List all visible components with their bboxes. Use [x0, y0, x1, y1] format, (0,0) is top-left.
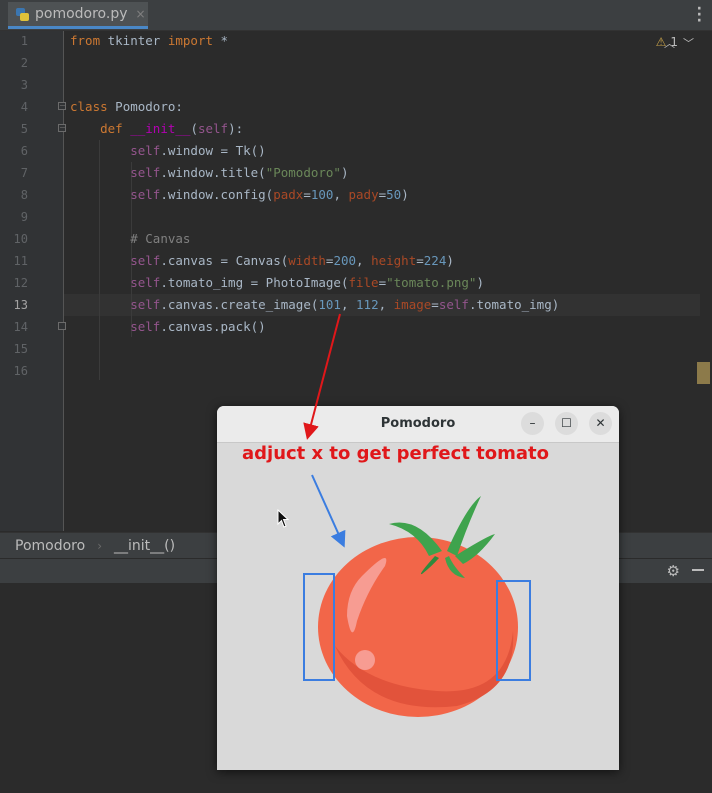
- line-number: 1: [20, 34, 28, 48]
- more-icon[interactable]: · · ·: [697, 2, 702, 28]
- code-line-7: self.window.title("Pomodoro"): [130, 165, 349, 180]
- breadcrumb-item-class[interactable]: Pomodoro: [15, 538, 85, 554]
- fold-icon[interactable]: −: [58, 124, 66, 132]
- inspection-nav[interactable]: ︿﹀: [664, 35, 702, 51]
- python-file-icon: [16, 7, 29, 21]
- close-icon[interactable]: ×: [136, 7, 146, 21]
- editor-tab-pomodoro[interactable]: pomodoro.py ×: [8, 2, 148, 29]
- code-line-8: self.window.config(padx=100, pady=50): [130, 187, 409, 202]
- scrollbar-marker[interactable]: [697, 362, 710, 384]
- line-number: 8: [20, 188, 28, 202]
- editor-tab-bar: pomodoro.py × · · ·: [0, 0, 712, 31]
- mouse-cursor-icon: [277, 509, 290, 528]
- chevron-right-icon: ›: [97, 538, 102, 553]
- code-line-11: self.canvas = Canvas(width=200, height=2…: [130, 253, 454, 268]
- tomato-image: [318, 496, 518, 717]
- fold-icon[interactable]: [58, 322, 66, 330]
- code-line-5: def __init__(self):: [100, 121, 244, 136]
- code-line-12: self.tomato_img = PhotoImage(file="tomat…: [130, 275, 484, 290]
- chevron-down-icon[interactable]: ﹀: [683, 37, 702, 50]
- line-number: 3: [20, 78, 28, 92]
- minimize-icon[interactable]: [692, 569, 704, 571]
- line-number: 7: [20, 166, 28, 180]
- code-line-14: self.canvas.pack(): [130, 319, 266, 334]
- line-number: 15: [13, 342, 28, 356]
- line-number: 2: [20, 56, 28, 70]
- code-line-10: # Canvas: [130, 231, 191, 246]
- tab-filename: pomodoro.py: [35, 6, 128, 22]
- line-number: 4: [20, 100, 28, 114]
- code-line-6: self.window = Tk(): [130, 143, 266, 158]
- gear-icon[interactable]: ⚙: [667, 562, 680, 580]
- annotation-text: adjuct x to get perfect tomato: [242, 443, 550, 464]
- line-number: 16: [13, 364, 28, 378]
- line-number: 11: [13, 254, 28, 268]
- line-number: 12: [13, 276, 28, 290]
- code-line-4: class Pomodoro:: [70, 99, 183, 114]
- code-line-13: self.canvas.create_image(101, 112, image…: [130, 297, 560, 312]
- line-number: 5: [20, 122, 28, 136]
- breadcrumb-item-method[interactable]: __init__(): [114, 538, 175, 554]
- line-number: 6: [20, 144, 28, 158]
- line-number: 14: [13, 320, 28, 334]
- line-number: 9: [20, 210, 28, 224]
- line-number: 10: [13, 232, 28, 246]
- chevron-up-icon[interactable]: ︿: [664, 37, 683, 50]
- code-line-1: from tkinter import *: [70, 33, 229, 48]
- fold-icon[interactable]: −: [58, 102, 66, 110]
- line-number-current: 13: [13, 298, 28, 312]
